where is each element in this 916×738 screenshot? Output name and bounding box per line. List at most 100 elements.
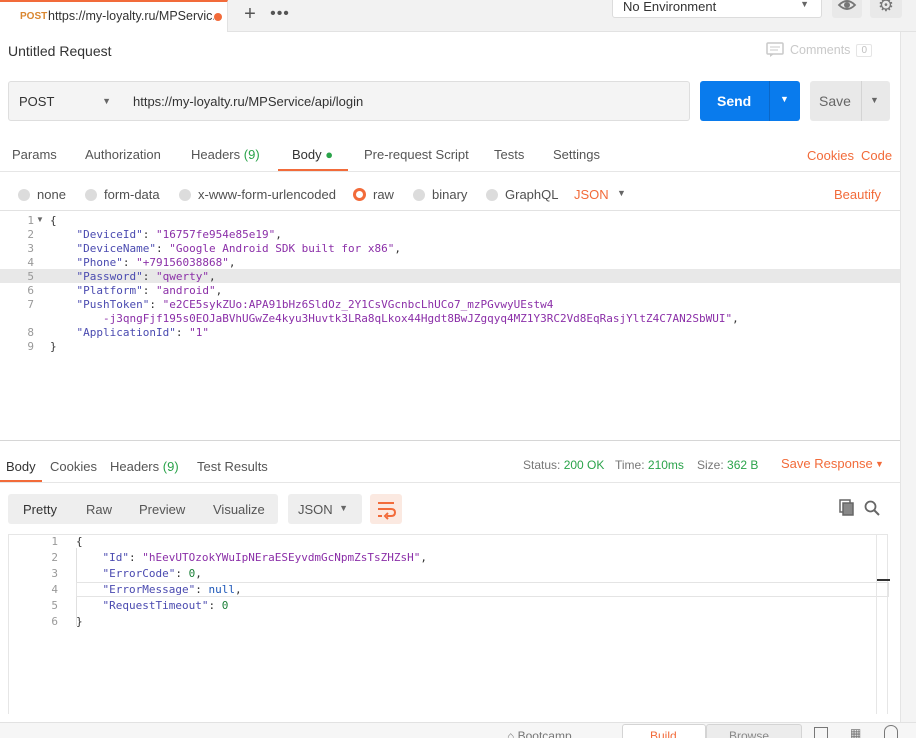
view-raw-button[interactable]: Raw: [86, 502, 112, 517]
view-visualize-button[interactable]: Visualize: [213, 502, 265, 517]
body-type-none[interactable]: none: [18, 187, 66, 202]
tab-authorization[interactable]: Authorization: [85, 147, 161, 162]
comment-icon: [766, 42, 784, 57]
code-line: "ErrorCode": 0,: [102, 567, 202, 580]
radio-icon: [85, 188, 97, 201]
save-button[interactable]: Save ▼: [810, 81, 890, 121]
body-type-graphql[interactable]: GraphQL: [486, 187, 558, 202]
line-number: 4: [51, 583, 58, 596]
request-tab[interactable]: POST https://my-loyalty.ru/MPServic...: [0, 0, 228, 32]
bootcamp-button[interactable]: ⌂ Bootcamp: [507, 729, 572, 738]
tab-headers[interactable]: Headers (9): [191, 147, 260, 162]
status-value: 200 OK: [563, 458, 605, 472]
status-label: Status:: [523, 458, 561, 472]
line-number: 2: [27, 228, 34, 241]
manage-environments-button[interactable]: ⚙: [870, 0, 902, 18]
time-label: Time:: [615, 458, 645, 472]
environment-quick-look-button[interactable]: [832, 0, 862, 18]
response-tab-cookies[interactable]: Cookies: [50, 459, 97, 474]
view-pretty-button[interactable]: Pretty: [23, 502, 57, 517]
body-type-form-data[interactable]: form-data: [85, 187, 160, 202]
line-number: 1: [27, 214, 34, 227]
code-line: {: [50, 214, 57, 227]
send-label: Send: [717, 93, 752, 109]
tab-prerequest-script[interactable]: Pre-request Script: [364, 147, 469, 162]
radio-label: none: [37, 187, 66, 202]
environment-select[interactable]: No Environment ▼: [612, 0, 822, 18]
code-link[interactable]: Code: [861, 148, 892, 163]
save-response-button[interactable]: Save Response: [781, 456, 873, 471]
more-tabs-button[interactable]: •••: [268, 4, 292, 26]
new-tab-button[interactable]: +: [238, 4, 262, 26]
line-number: 7: [27, 298, 34, 311]
url-input[interactable]: https://my-loyalty.ru/MPService/api/logi…: [123, 81, 690, 121]
radio-icon: [179, 188, 191, 201]
method-select[interactable]: POST ▼: [8, 81, 124, 121]
code-line: {: [76, 535, 83, 548]
chevron-down-icon: ▼: [800, 0, 809, 9]
view-preview-button[interactable]: Preview: [139, 502, 185, 517]
eye-icon: [837, 0, 857, 10]
chevron-down-icon[interactable]: ▼: [617, 188, 626, 198]
search-icon[interactable]: [863, 499, 881, 517]
line-number: 4: [27, 256, 34, 269]
response-tab-body[interactable]: Body: [6, 459, 36, 474]
send-button[interactable]: Send ▼: [700, 81, 800, 121]
status-meta: Status: 200 OK: [523, 458, 604, 472]
code-line: "ErrorMessage": null,: [102, 583, 242, 596]
response-format-select[interactable]: JSON ▼: [288, 494, 362, 524]
help-icon[interactable]: [884, 725, 898, 738]
size-value: 362 B: [727, 458, 759, 472]
tab-body[interactable]: Body ●: [292, 147, 333, 162]
body-format-select[interactable]: JSON: [574, 187, 609, 202]
body-type-urlencoded[interactable]: x-www-form-urlencoded: [179, 187, 336, 202]
tab-headers-count: (9): [243, 147, 260, 162]
code-line: "DeviceId": "16757fe954e85e19",: [76, 228, 282, 241]
fold-chevron-icon[interactable]: ▼: [36, 215, 44, 224]
wrap-lines-button[interactable]: [370, 494, 402, 524]
send-split-divider: [769, 81, 770, 121]
line-number: 2: [51, 551, 58, 564]
line-number: 5: [27, 270, 34, 283]
browse-mode-tab[interactable]: Browse: [706, 724, 802, 738]
build-mode-tab[interactable]: Build: [622, 724, 706, 738]
layout-icon[interactable]: [814, 727, 828, 738]
body-type-raw[interactable]: raw: [353, 187, 394, 202]
response-tab-test-results[interactable]: Test Results: [197, 459, 268, 474]
browse-label: Browse: [729, 729, 770, 738]
chevron-down-icon: ▼: [102, 96, 111, 106]
chevron-down-icon[interactable]: ▼: [875, 459, 884, 469]
gear-icon: ⚙: [877, 0, 895, 15]
chevron-down-icon: ▼: [339, 503, 348, 513]
code-line: "RequestTimeout": 0: [102, 599, 229, 612]
beautify-button[interactable]: Beautify: [834, 187, 881, 202]
tabs-divider: [0, 171, 900, 172]
code-line: }: [76, 615, 83, 628]
comments-button[interactable]: Comments 0: [766, 41, 872, 59]
time-meta: Time: 210ms: [615, 458, 684, 472]
code-line: "Phone": "+79156038868",: [76, 256, 236, 269]
cookies-link[interactable]: Cookies: [807, 148, 854, 163]
radio-label: x-www-form-urlencoded: [198, 187, 336, 202]
tab-params[interactable]: Params: [12, 147, 57, 162]
tab-headers-label: Headers: [191, 147, 241, 162]
body-type-binary[interactable]: binary: [413, 187, 467, 202]
response-format-label: JSON: [298, 502, 333, 517]
comments-count: 0: [856, 43, 872, 57]
method-label: POST: [19, 94, 55, 109]
tab-settings[interactable]: Settings: [553, 147, 600, 162]
code-line: "Platform": "android",: [76, 284, 223, 297]
request-tab-url: https://my-loyalty.ru/MPServic...: [48, 9, 214, 23]
unsaved-dot-icon: [214, 13, 222, 21]
send-options-chevron-icon[interactable]: ▼: [780, 94, 789, 104]
radio-icon: [486, 188, 498, 201]
radio-selected-icon: [353, 188, 366, 201]
response-tab-headers[interactable]: Headers (9): [110, 459, 179, 474]
window-scrollbar[interactable]: [900, 32, 916, 738]
tab-tests[interactable]: Tests: [494, 147, 524, 162]
request-title[interactable]: Untitled Request: [8, 43, 112, 59]
copy-icon[interactable]: [838, 499, 856, 517]
save-options-chevron-icon[interactable]: ▼: [870, 95, 879, 105]
response-scrollbar[interactable]: [876, 534, 888, 714]
keyboard-icon[interactable]: ▦: [850, 726, 861, 738]
